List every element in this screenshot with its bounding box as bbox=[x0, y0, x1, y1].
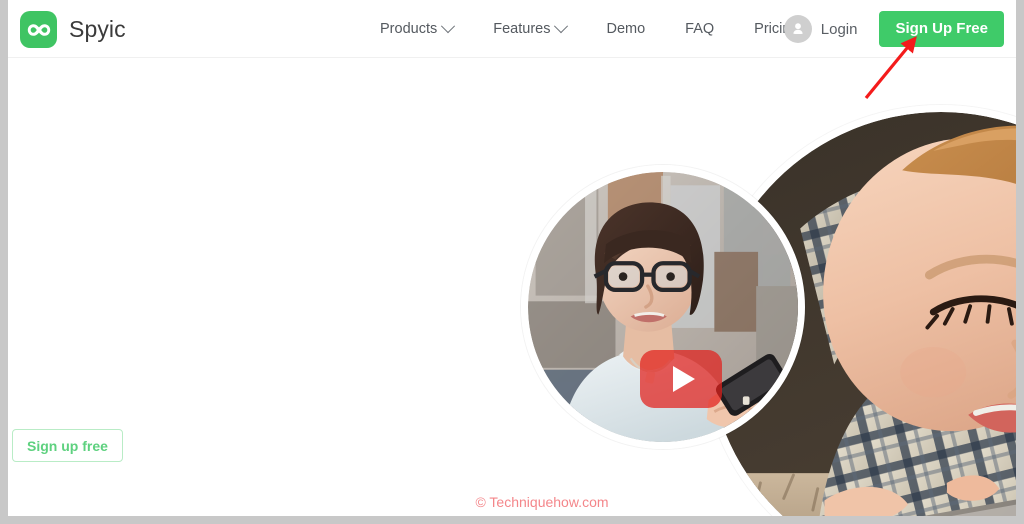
nav-item-label: FAQ bbox=[685, 21, 715, 37]
brand-logo-link[interactable]: Spyic bbox=[20, 11, 126, 48]
nav-item-features[interactable]: Features bbox=[473, 0, 586, 58]
chevron-down-icon bbox=[554, 19, 569, 34]
user-avatar-icon bbox=[783, 15, 812, 43]
hero-photo-woman-phone bbox=[521, 165, 805, 449]
nav-item-faq[interactable]: FAQ bbox=[665, 0, 734, 58]
play-triangle bbox=[672, 366, 695, 392]
nav-item-products[interactable]: Products bbox=[360, 0, 473, 58]
site-header: Spyic Products Features Demo FAQ Pricing… bbox=[8, 0, 1016, 58]
brand-name: Spyic bbox=[69, 16, 126, 42]
login-link[interactable]: Login bbox=[783, 15, 858, 43]
chevron-down-icon bbox=[441, 19, 456, 34]
nav-item-label: Products bbox=[380, 21, 438, 37]
web-page: Spyic Products Features Demo FAQ Pricing… bbox=[8, 0, 1016, 516]
browser-screenshot-frame: Spyic Products Features Demo FAQ Pricing… bbox=[0, 0, 1024, 524]
signup-free-button[interactable]: Sign Up Free bbox=[879, 11, 1004, 47]
nav-item-label: Demo bbox=[606, 21, 646, 37]
youtube-play-icon[interactable] bbox=[640, 350, 722, 408]
infinity-mask-logo-icon bbox=[20, 11, 57, 48]
login-label: Login bbox=[820, 20, 858, 38]
account-actions: Login Sign Up Free bbox=[783, 0, 1016, 58]
hero-section: Sign up free © Techniquehow.com bbox=[8, 58, 1016, 516]
nav-item-demo[interactable]: Demo bbox=[586, 0, 665, 58]
main-navigation: Products Features Demo FAQ Pricing bbox=[360, 0, 819, 58]
nav-item-label: Features bbox=[493, 21, 551, 37]
signup-free-ghost-button[interactable]: Sign up free bbox=[12, 429, 123, 462]
watermark-credit: © Techniquehow.com bbox=[475, 494, 609, 510]
hero-media-group bbox=[516, 58, 1016, 516]
